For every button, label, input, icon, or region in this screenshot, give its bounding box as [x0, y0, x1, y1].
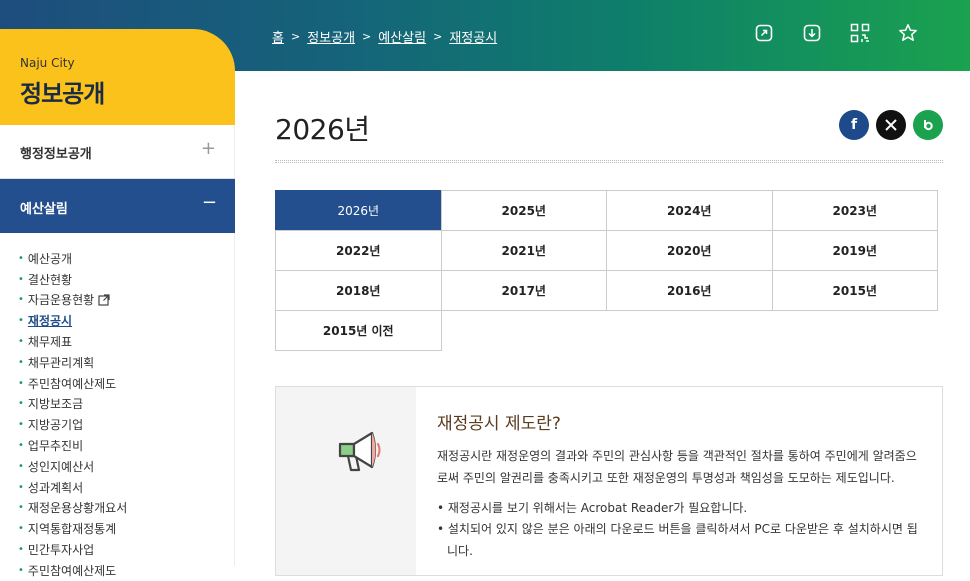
- info-heading: 재정공시 제도란?: [437, 414, 561, 434]
- submenu-item[interactable]: • 자금운용현황: [18, 290, 228, 311]
- year-tab-before-2015[interactable]: 2015년 이전: [275, 310, 442, 351]
- submenu-item[interactable]: • 채무관리계획: [18, 352, 228, 373]
- collapse-icon: −: [201, 192, 217, 213]
- sidebar-item-admin-info[interactable]: 행정정보공개 +: [0, 125, 235, 179]
- breadcrumb-current[interactable]: 재정공시: [449, 27, 497, 46]
- year-tab-2017[interactable]: 2017년: [440, 270, 607, 311]
- year-tabs: 2026년 2025년 2024년 2023년 2022년 2021년 2020…: [275, 190, 941, 351]
- megaphone-icon: [338, 431, 381, 472]
- submenu-item[interactable]: • 성인지예산서: [18, 456, 228, 477]
- facebook-share-button[interactable]: f: [839, 110, 869, 140]
- submenu-item[interactable]: • 성과계획서: [18, 477, 228, 498]
- sidebar-border: [234, 233, 235, 566]
- info-bullet: • 설치되어 있지 않은 분은 아래의 다운로드 버튼을 클릭하셔서 PC로 다…: [437, 522, 918, 558]
- info-bullet: • 재정공시를 보기 위해서는 Acrobat Reader가 필요합니다.: [437, 501, 748, 515]
- x-icon: [885, 119, 897, 131]
- page-title: 2026년: [275, 113, 370, 146]
- submenu-item[interactable]: • 결산현황: [18, 269, 228, 290]
- sidebar-item-label: 예산살림: [20, 202, 68, 217]
- info-box: 재정공시 제도란? 재정공시란 재정운영의 결과와 주민의 관심사항 등을 객관…: [275, 386, 943, 576]
- page-tools: [754, 23, 918, 43]
- facebook-icon: f: [850, 117, 858, 133]
- blog-icon: [924, 120, 933, 131]
- breadcrumb-separator: >: [433, 29, 443, 43]
- submenu-item[interactable]: • 주민참여예산제도: [18, 560, 228, 581]
- external-link-icon: [98, 294, 110, 306]
- breadcrumb-budget[interactable]: 예산살림: [378, 27, 426, 46]
- submenu-item[interactable]: • 예산공개: [18, 248, 228, 269]
- submenu-item[interactable]: • 지역통합재정통계: [18, 518, 228, 539]
- blog-share-button[interactable]: [913, 110, 943, 140]
- breadcrumb-home[interactable]: 홈: [272, 27, 284, 46]
- year-tab-2023[interactable]: 2023년: [771, 190, 938, 231]
- link-icon: [755, 24, 773, 42]
- sidebar-item-label: 행정정보공개: [20, 147, 92, 162]
- title-divider: [275, 160, 943, 163]
- breadcrumb: 홈 > 정보공개 > 예산살림 > 재정공시: [272, 26, 497, 46]
- year-row: 2015년 이전: [275, 310, 941, 351]
- sidebar-header: Naju City 정보공개: [0, 29, 235, 125]
- sidebar-title: 정보공개: [20, 80, 105, 108]
- info-paragraph: 재정공시란 재정운영의 결과와 주민의 관심사항 등을 객관적인 절차를 통하여…: [437, 449, 917, 485]
- year-tab-2016[interactable]: 2016년: [606, 270, 773, 311]
- submenu-item[interactable]: • 주민참여예산제도: [18, 373, 228, 394]
- submenu-item[interactable]: • 채무제표: [18, 331, 228, 352]
- breadcrumb-separator: >: [290, 29, 301, 43]
- year-row: 2022년 2021년 2020년 2019년: [275, 230, 941, 271]
- qr-button[interactable]: [850, 23, 870, 43]
- download-button[interactable]: [802, 23, 822, 43]
- year-tab-2020[interactable]: 2020년: [606, 230, 773, 271]
- expand-icon: +: [200, 138, 216, 159]
- year-tab-2018[interactable]: 2018년: [275, 270, 442, 311]
- info-icon-panel: [276, 387, 416, 575]
- star-icon: [899, 24, 917, 41]
- year-tab-2021[interactable]: 2021년: [440, 230, 607, 271]
- year-tab-2024[interactable]: 2024년: [606, 190, 773, 231]
- year-tab-2025[interactable]: 2025년: [440, 190, 607, 231]
- sidebar-item-budget[interactable]: 예산살림 −: [0, 179, 235, 233]
- year-row: 2026년 2025년 2024년 2023년: [275, 190, 941, 231]
- submenu-item[interactable]: • 지방공기업: [18, 414, 228, 435]
- download-icon: [803, 24, 821, 42]
- x-share-button[interactable]: [876, 110, 906, 140]
- link-copy-button[interactable]: [754, 23, 774, 43]
- year-tab-2019[interactable]: 2019년: [771, 230, 938, 271]
- year-tab-2026[interactable]: 2026년: [275, 190, 442, 231]
- favorite-button[interactable]: [898, 23, 918, 43]
- sidebar-subtitle: Naju City: [20, 56, 75, 70]
- breadcrumb-info[interactable]: 정보공개: [307, 27, 355, 46]
- submenu-item[interactable]: • 지방보조금: [18, 394, 228, 415]
- year-row: 2018년 2017년 2016년 2015년: [275, 270, 941, 311]
- sidebar-submenu: • 예산공개 • 결산현황 • 자금운용현황 • 재정공시 • 채무제표 • 채무관리계획 …: [18, 248, 228, 581]
- submenu-item-active[interactable]: • 재정공시: [18, 310, 228, 331]
- qr-code-icon: [850, 23, 870, 43]
- share-buttons: f: [839, 110, 943, 140]
- year-tab-2015[interactable]: 2015년: [771, 270, 938, 311]
- breadcrumb-separator: >: [362, 29, 372, 43]
- year-tab-2022[interactable]: 2022년: [275, 230, 442, 271]
- submenu-item[interactable]: • 민간투자사업: [18, 539, 228, 560]
- submenu-item[interactable]: • 재정운용상황개요서: [18, 498, 228, 519]
- submenu-item[interactable]: • 업무추진비: [18, 435, 228, 456]
